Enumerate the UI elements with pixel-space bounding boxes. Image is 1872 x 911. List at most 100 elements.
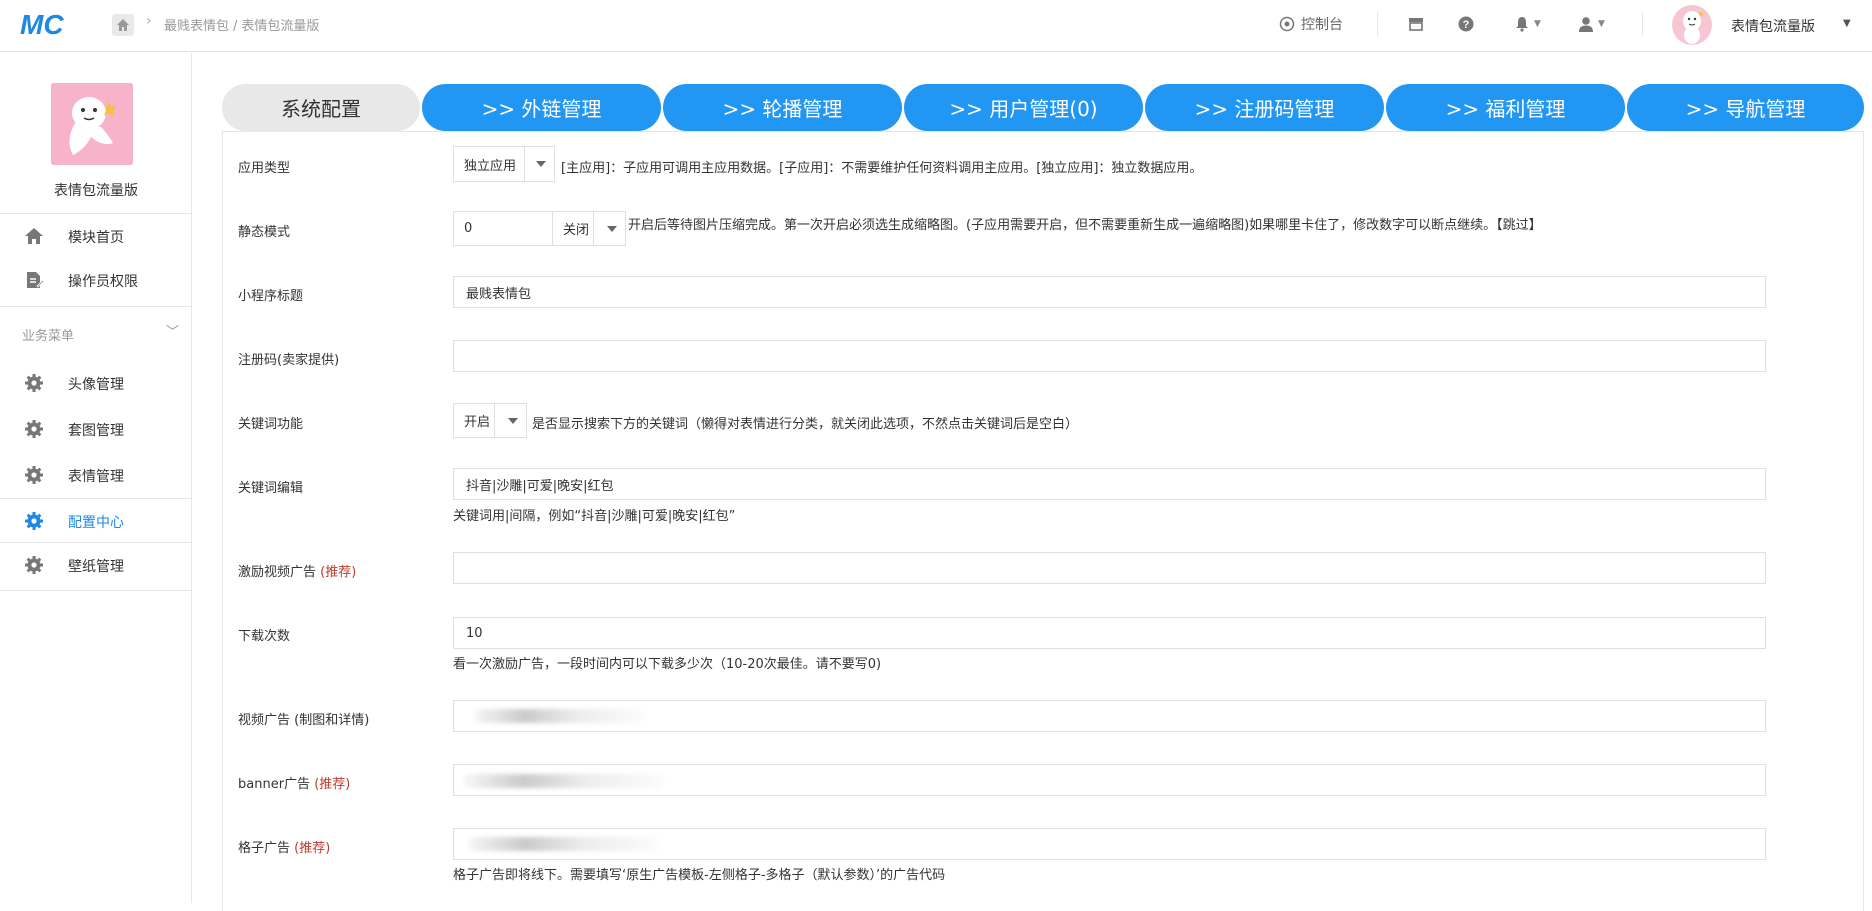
breadcrumb-item[interactable]: 表情包流量版 [241, 19, 319, 34]
gear-icon [25, 374, 43, 392]
gear-icon [25, 466, 43, 484]
user-icon [1579, 17, 1593, 32]
banner-ad-label: banner广告 (推荐) [238, 773, 350, 792]
tab-external-links[interactable]: >> 外链管理 [422, 84, 661, 131]
divider [524, 147, 525, 181]
sidebar-item-label: 表情管理 [68, 469, 124, 485]
sidebar-item-emoji-management[interactable]: 表情管理 [0, 453, 192, 497]
divider [593, 212, 594, 246]
home-icon[interactable] [112, 14, 134, 36]
download-count-help: 看一次激励广告，一段时间内可以下载多少次（10-20次最佳。请不要写0) [453, 657, 882, 672]
caret-down-icon [508, 418, 518, 424]
gear-icon [25, 512, 43, 530]
sidebar-item-label: 头像管理 [68, 377, 124, 393]
app-type-value: 独立应用 [464, 158, 517, 174]
app-type-select[interactable]: 独立应用 [453, 146, 555, 182]
bell-icon [1516, 17, 1528, 32]
redacted-value [464, 774, 664, 788]
gear-icon [25, 556, 43, 574]
top-bar: MC › 最贱表情包 / 表情包流量版 控制台 ? ▼ ▼ 表情包流量版 ▼ [0, 0, 1872, 52]
mini-title-label: 小程序标题 [238, 289, 304, 304]
username[interactable]: 表情包流量版 [1731, 16, 1815, 36]
tab-carousel[interactable]: >> 轮播管理 [663, 84, 902, 131]
tab-users[interactable]: >> 用户管理(0) [904, 84, 1143, 131]
sidebar-item-label: 模块首页 [68, 230, 124, 246]
redacted-value [468, 837, 658, 851]
edit-doc-icon [27, 272, 44, 288]
video-ad-label: 视频广告 (制图和详情) [238, 713, 370, 728]
sidebar-item-operator-permissions[interactable]: 操作员权限 [0, 258, 192, 302]
sidebar-item-label: 套图管理 [68, 423, 124, 439]
recommend-tag: (推荐) [320, 565, 357, 580]
static-mode-label: 静态模式 [238, 225, 291, 240]
caret-down-icon[interactable]: ▼ [1843, 18, 1851, 29]
svg-text:?: ? [1463, 19, 1470, 31]
breadcrumb-item[interactable]: 最贱表情包 [164, 19, 229, 34]
keyword-func-help: 是否显示搜索下方的关键词（懒得对表情进行分类，就关闭此选项，不然点击关键词后是空… [532, 417, 1079, 432]
tab-system-config[interactable]: 系统配置 [222, 84, 420, 131]
sidebar-item-module-home[interactable]: 模块首页 [0, 214, 192, 258]
banner-ad-label-text: banner广告 [238, 777, 311, 792]
sidebar-item-wallpaper-management[interactable]: 壁纸管理 [0, 543, 192, 587]
sidebar-item-label: 操作员权限 [68, 274, 138, 290]
grid-ad-input[interactable] [453, 828, 1766, 860]
caret-down-icon [607, 226, 617, 232]
reg-code-label: 注册码(卖家提供) [238, 353, 340, 368]
static-mode-toggle-select[interactable]: 关闭 [552, 211, 626, 246]
chevron-down-icon[interactable]: ﹀ [166, 321, 179, 340]
breadcrumb: 最贱表情包 / 表情包流量版 [164, 19, 320, 34]
gear-icon [25, 420, 43, 438]
static-mode-help: 开启后等待图片压缩完成。第一次开启必须选生成缩略图。(子应用需要开启，但不需要重… [628, 218, 1542, 233]
keyword-edit-label: 关键词编辑 [238, 481, 304, 496]
app-name: 表情包流量版 [54, 183, 138, 199]
sidebar-item-set-management[interactable]: 套图管理 [0, 407, 192, 451]
grid-ad-label-text: 格子广告 [238, 841, 291, 856]
reward-ad-label: 激励视频广告 (推荐) [238, 561, 356, 580]
caret-down-icon [536, 161, 546, 167]
keyword-func-select[interactable]: 开启 [453, 403, 527, 438]
video-ad-input[interactable] [453, 700, 1766, 732]
store-icon[interactable] [1408, 14, 1424, 34]
divider [0, 306, 192, 307]
tab-bar: 系统配置 >> 外链管理 >> 轮播管理 >> 用户管理(0) >> 注册码管理… [222, 84, 1864, 131]
sidebar-item-config-center[interactable]: 配置中心 [0, 499, 192, 543]
help-icon[interactable]: ? [1458, 14, 1474, 34]
divider [0, 590, 192, 591]
svg-text:MC: MC [20, 9, 64, 40]
sidebar-item-label: 壁纸管理 [68, 559, 124, 575]
tab-reg-codes[interactable]: >> 注册码管理 [1145, 84, 1384, 131]
recommend-tag: (推荐) [294, 841, 331, 856]
keyword-edit-help: 关键词用|间隔，例如“抖音|沙雕|可爱|晚安|红包” [453, 509, 736, 524]
banner-ad-input[interactable] [453, 764, 1766, 796]
divider [1377, 12, 1378, 36]
user-dropdown[interactable]: ▼ [1578, 14, 1605, 34]
tab-welfare[interactable]: >> 福利管理 [1386, 84, 1625, 131]
home-icon [25, 228, 43, 244]
reward-ad-input[interactable] [453, 552, 1766, 584]
app-type-help: [主应用]：子应用可调用主应用数据。[子应用]：不需要维护任何资料调用主应用。[… [561, 161, 1203, 176]
sidebar-item-label: 配置中心 [68, 515, 124, 531]
keyword-func-label: 关键词功能 [238, 417, 304, 432]
static-mode-input[interactable]: 0 [453, 211, 553, 246]
static-mode-value: 0 [464, 221, 473, 236]
download-count-input[interactable]: 10 [453, 617, 1766, 649]
sidebar-item-avatar-management[interactable]: 头像管理 [0, 361, 192, 405]
sidebar-group-label: 业务菜单 [22, 329, 75, 344]
notification-dropdown[interactable]: ▼ [1514, 14, 1541, 34]
mc-logo[interactable]: MC [20, 8, 70, 40]
redacted-value [474, 709, 644, 723]
avatar[interactable] [1672, 5, 1712, 45]
keyword-edit-input[interactable]: 抖音|沙雕|可爱|晚安|红包 [453, 468, 1766, 500]
caret-down-icon: ▼ [1534, 19, 1541, 29]
divider [1642, 12, 1643, 36]
mini-title-input[interactable]: 最贱表情包 [453, 276, 1766, 308]
static-mode-toggle-value: 关闭 [563, 223, 590, 238]
console-icon [1279, 16, 1295, 32]
recommend-tag: (推荐) [314, 777, 351, 792]
tab-navigation[interactable]: >> 导航管理 [1627, 84, 1864, 131]
keyword-func-value: 开启 [464, 415, 491, 430]
download-count-label: 下载次数 [238, 629, 291, 644]
console-link[interactable]: 控制台 [1279, 14, 1343, 34]
grid-ad-label: 格子广告 (推荐) [238, 837, 330, 856]
reg-code-input[interactable] [453, 340, 1766, 372]
